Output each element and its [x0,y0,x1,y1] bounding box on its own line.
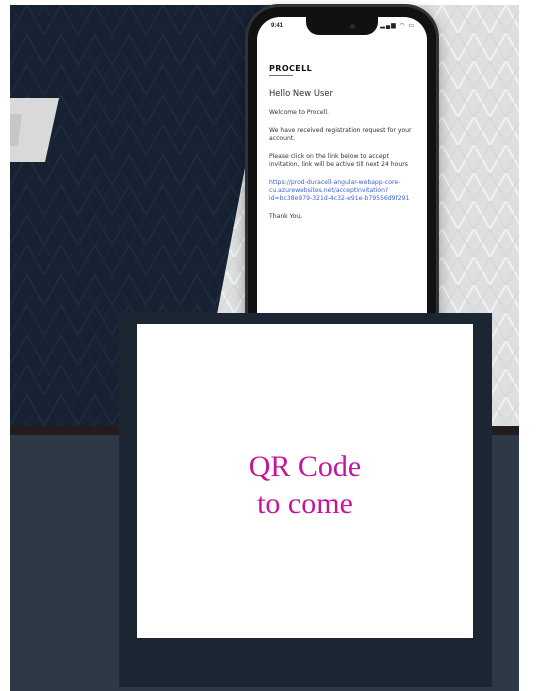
email-screen: 9:41 ▂▄▆ ◠ ▭ PROCELL Hello New User Welc… [257,17,427,357]
qr-line-1: QR Code [248,450,362,483]
camera-icon [350,24,355,29]
status-time: 9:41 [271,23,284,29]
welcome-text: Welcome to Procell. [269,109,329,116]
qr-line-2: to come [257,487,353,520]
invitation-instruction: Please click on the link below to accept… [269,153,408,168]
invitation-email: PROCELL Hello New User Welcome to Procel… [269,65,419,231]
email-greeting: Hello New User [269,88,333,98]
qr-placeholder-text: QR Code to come [137,448,473,522]
screenshot-stage: 9:41 ▂▄▆ ◠ ▭ PROCELL Hello New User Welc… [0,0,546,691]
phone-notch [306,17,378,35]
status-icons: ▂▄▆ ◠ ▭ [380,23,415,29]
registration-text: We have received registration request fo… [269,127,412,142]
accept-invitation-link[interactable]: https://prod-duracell-angular-webapp-cor… [269,179,419,203]
procell-logo: PROCELL [269,64,313,73]
right-margin [519,0,546,691]
thank-you-text: Thank You, [269,213,303,220]
qr-placeholder-card: QR Code to come [137,324,473,638]
logo-divider [269,75,293,76]
